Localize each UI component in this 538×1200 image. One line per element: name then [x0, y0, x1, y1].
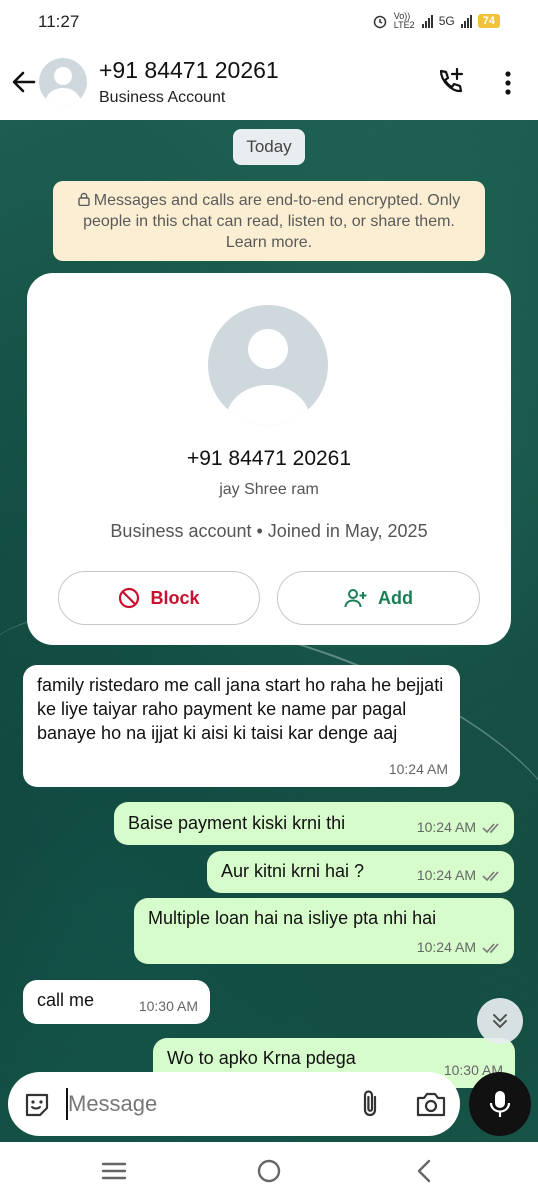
- add-person-icon: [344, 589, 367, 608]
- sticker-icon[interactable]: [22, 1090, 52, 1120]
- date-chip: Today: [233, 129, 305, 165]
- message-incoming[interactable]: family ristedaro me call jana start ho r…: [23, 665, 460, 787]
- message-time: 10:24 AM: [416, 819, 476, 835]
- home-icon[interactable]: [257, 1159, 281, 1183]
- message-outgoing[interactable]: Aur kitni krni hai ? 10:24 AM: [207, 851, 514, 893]
- battery-icon: 74: [477, 14, 500, 28]
- network-label: 5G: [438, 14, 455, 28]
- contact-name[interactable]: +91 84471 20261: [99, 57, 279, 84]
- encryption-text: Messages and calls are end-to-end encryp…: [83, 192, 461, 251]
- back-arrow-icon[interactable]: [10, 68, 38, 96]
- message-time: 10:24 AM: [416, 939, 476, 955]
- message-text: Wo to apko Krna pdega: [167, 1048, 356, 1068]
- profile-card: +91 84471 20261 jay Shree ram Business a…: [27, 273, 511, 645]
- double-check-icon: [482, 871, 499, 882]
- mic-icon: [489, 1091, 511, 1117]
- chat-header: +91 84471 20261 Business Account: [0, 44, 538, 120]
- volte-label: Vo)) LTE2: [393, 11, 415, 30]
- more-vert-icon[interactable]: [496, 68, 520, 98]
- message-time: 10:24 AM: [388, 761, 448, 777]
- message-time: 10:24 AM: [416, 867, 476, 883]
- camera-icon[interactable]: [415, 1090, 447, 1118]
- double-check-icon: [482, 943, 499, 954]
- message-time: 10:30 AM: [138, 998, 198, 1014]
- message-composer: [8, 1072, 460, 1136]
- system-nav-bar: [0, 1142, 538, 1200]
- add-contact-button[interactable]: Add: [277, 571, 480, 625]
- message-incoming[interactable]: call me 10:30 AM: [23, 980, 210, 1024]
- message-text: family ristedaro me call jana start ho r…: [37, 675, 444, 743]
- profile-avatar: [208, 305, 328, 425]
- contact-subtitle[interactable]: Business Account: [99, 89, 225, 107]
- alarm-icon: [373, 15, 386, 29]
- encryption-notice[interactable]: Messages and calls are end-to-end encryp…: [53, 181, 485, 261]
- message-text: Baise payment kiski krni thi: [128, 813, 346, 833]
- message-meta: 10:24 AM: [417, 815, 502, 839]
- profile-meta: Business account • Joined in May, 2025: [110, 521, 428, 541]
- avatar[interactable]: [39, 58, 87, 106]
- profile-phone: +91 84471 20261: [186, 447, 352, 470]
- double-chevron-down-icon: [493, 1014, 507, 1029]
- recent-apps-icon[interactable]: [101, 1161, 127, 1181]
- message-meta: 10:24 AM: [417, 863, 502, 887]
- add-call-icon[interactable]: [434, 66, 466, 98]
- block-icon: [119, 587, 140, 609]
- message-input[interactable]: [68, 1086, 318, 1122]
- message-text: Aur kitni krni hai ?: [221, 861, 365, 881]
- double-check-icon: [482, 823, 499, 834]
- attach-icon[interactable]: [355, 1088, 385, 1120]
- status-icons: Vo)) LTE2 5G 74: [372, 12, 500, 30]
- message-meta: 10:24 AM: [417, 935, 502, 959]
- signal-icon-2: [460, 14, 472, 28]
- lock-icon: [78, 192, 90, 206]
- back-nav-icon[interactable]: [414, 1158, 434, 1184]
- message-text: call me: [37, 990, 95, 1010]
- block-label: Block: [150, 587, 200, 608]
- status-bar: 11:27 Vo)) LTE2 5G 74: [0, 0, 538, 44]
- block-button[interactable]: Block: [58, 571, 260, 625]
- chat-area[interactable]: Today Messages and calls are end-to-end …: [0, 120, 538, 1142]
- voice-record-button[interactable]: [469, 1072, 531, 1136]
- message-outgoing[interactable]: Multiple loan hai na isliye pta nhi hai …: [134, 898, 514, 964]
- status-time: 11:27: [38, 12, 80, 31]
- scroll-to-bottom-button[interactable]: [477, 998, 523, 1044]
- signal-icon: [421, 14, 433, 28]
- profile-about: jay Shree ram: [219, 481, 319, 498]
- message-outgoing[interactable]: Baise payment kiski krni thi 10:24 AM: [114, 802, 514, 845]
- add-label: Add: [378, 587, 413, 608]
- message-text: Multiple loan hai na isliye pta nhi hai: [148, 908, 437, 928]
